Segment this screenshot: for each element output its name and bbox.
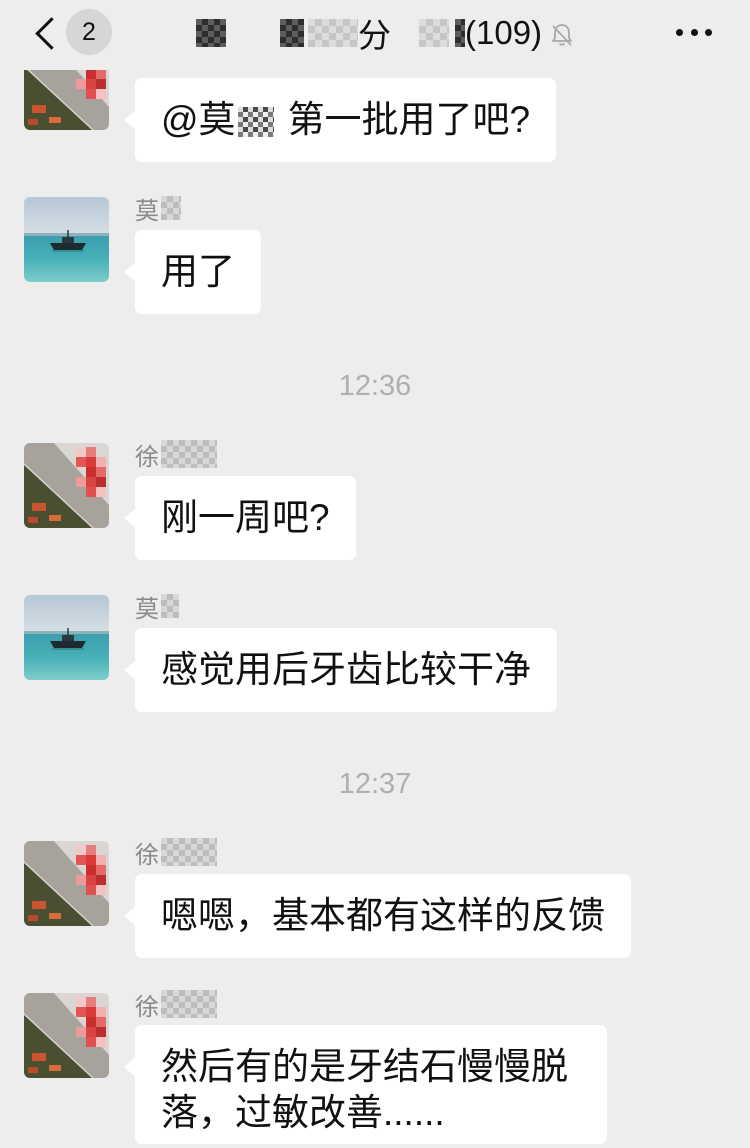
sender-name-text: 徐 (135, 993, 159, 1021)
more-button[interactable] (668, 14, 720, 52)
redacted-title-part (280, 19, 304, 47)
avatar[interactable] (24, 841, 109, 926)
more-dots-icon (676, 29, 712, 37)
avatar[interactable] (24, 993, 109, 1078)
back-button[interactable]: 2 (20, 6, 120, 60)
redacted-title-part (419, 19, 449, 47)
sender-name-text: 莫 (135, 595, 159, 623)
chat-message: 徐 然后有的是牙结石慢慢脱落，过敏改善...... (0, 990, 750, 1148)
avatar[interactable] (24, 595, 109, 680)
chat-message: 莫 感觉用后牙齿比较干净 (0, 594, 750, 715)
red-mosaic-avatar-icon (24, 841, 109, 926)
timestamp: 12:36 (338, 370, 412, 402)
message-bubble[interactable]: 感觉用后牙齿比较干净 (124, 628, 557, 712)
sender-name: 莫 (135, 193, 181, 225)
message-text: 第一批用了吧? (287, 99, 531, 140)
chat-message: 徐 刚一周吧? (0, 440, 750, 563)
message-bubble[interactable]: 嗯嗯，基本都有这样的反馈 (124, 874, 631, 958)
message-bubble[interactable]: @莫 第一批用了吧? (123, 78, 557, 162)
sender-name-text: 莫 (135, 197, 159, 225)
boat-sea-avatar-icon (24, 197, 109, 282)
redacted-title-part (196, 19, 226, 47)
message-text: 用了 (161, 251, 235, 292)
chevron-left-icon (35, 17, 68, 50)
chat-title: 分 (109) (196, 12, 576, 54)
message-bubble[interactable]: 用了 (124, 230, 261, 314)
redacted-name (161, 990, 217, 1018)
avatar[interactable] (24, 197, 109, 282)
message-bubble[interactable]: 刚一周吧? (124, 476, 356, 560)
sender-name: 莫 (135, 591, 179, 623)
chat-message: 莫 用了 (0, 196, 750, 317)
redacted-name (161, 838, 217, 866)
message-text: 然后有的是牙结石慢慢脱落，过敏改善...... (161, 1046, 568, 1133)
chat-message: 徐 嗯嗯，基本都有这样的反馈 (0, 838, 750, 961)
sender-name-text: 徐 (135, 841, 159, 869)
sender-name: 徐 (135, 989, 217, 1021)
member-count: (109) (465, 14, 543, 51)
red-mosaic-avatar-icon (24, 443, 109, 528)
sender-name-text: 徐 (135, 443, 159, 471)
title-text: 分 (358, 17, 391, 54)
sender-name: 徐 (135, 837, 217, 869)
redacted-title-part (455, 19, 465, 47)
timestamp: 12:37 (338, 768, 412, 800)
bell-off-icon (548, 19, 576, 47)
message-text: 嗯嗯，基本都有这样的反馈 (161, 895, 605, 936)
message-text: 刚一周吧? (161, 497, 330, 538)
redacted-name (161, 440, 217, 468)
message-text: 感觉用后牙齿比较干净 (161, 649, 531, 690)
redacted-title-part (308, 19, 358, 47)
unread-count-badge: 2 (66, 9, 112, 55)
redacted-name (161, 196, 181, 220)
sender-name: 徐 (135, 439, 217, 471)
redacted-name (161, 594, 179, 618)
boat-sea-avatar-icon (24, 595, 109, 680)
message-bubble[interactable]: 然后有的是牙结石慢慢脱落，过敏改善...... (124, 1025, 607, 1144)
red-mosaic-avatar-icon (24, 993, 109, 1078)
mention-text: @莫 (161, 99, 236, 140)
avatar[interactable] (24, 443, 109, 528)
redacted-mention (237, 107, 274, 137)
chat-header: 2 分 (109) (0, 0, 750, 70)
